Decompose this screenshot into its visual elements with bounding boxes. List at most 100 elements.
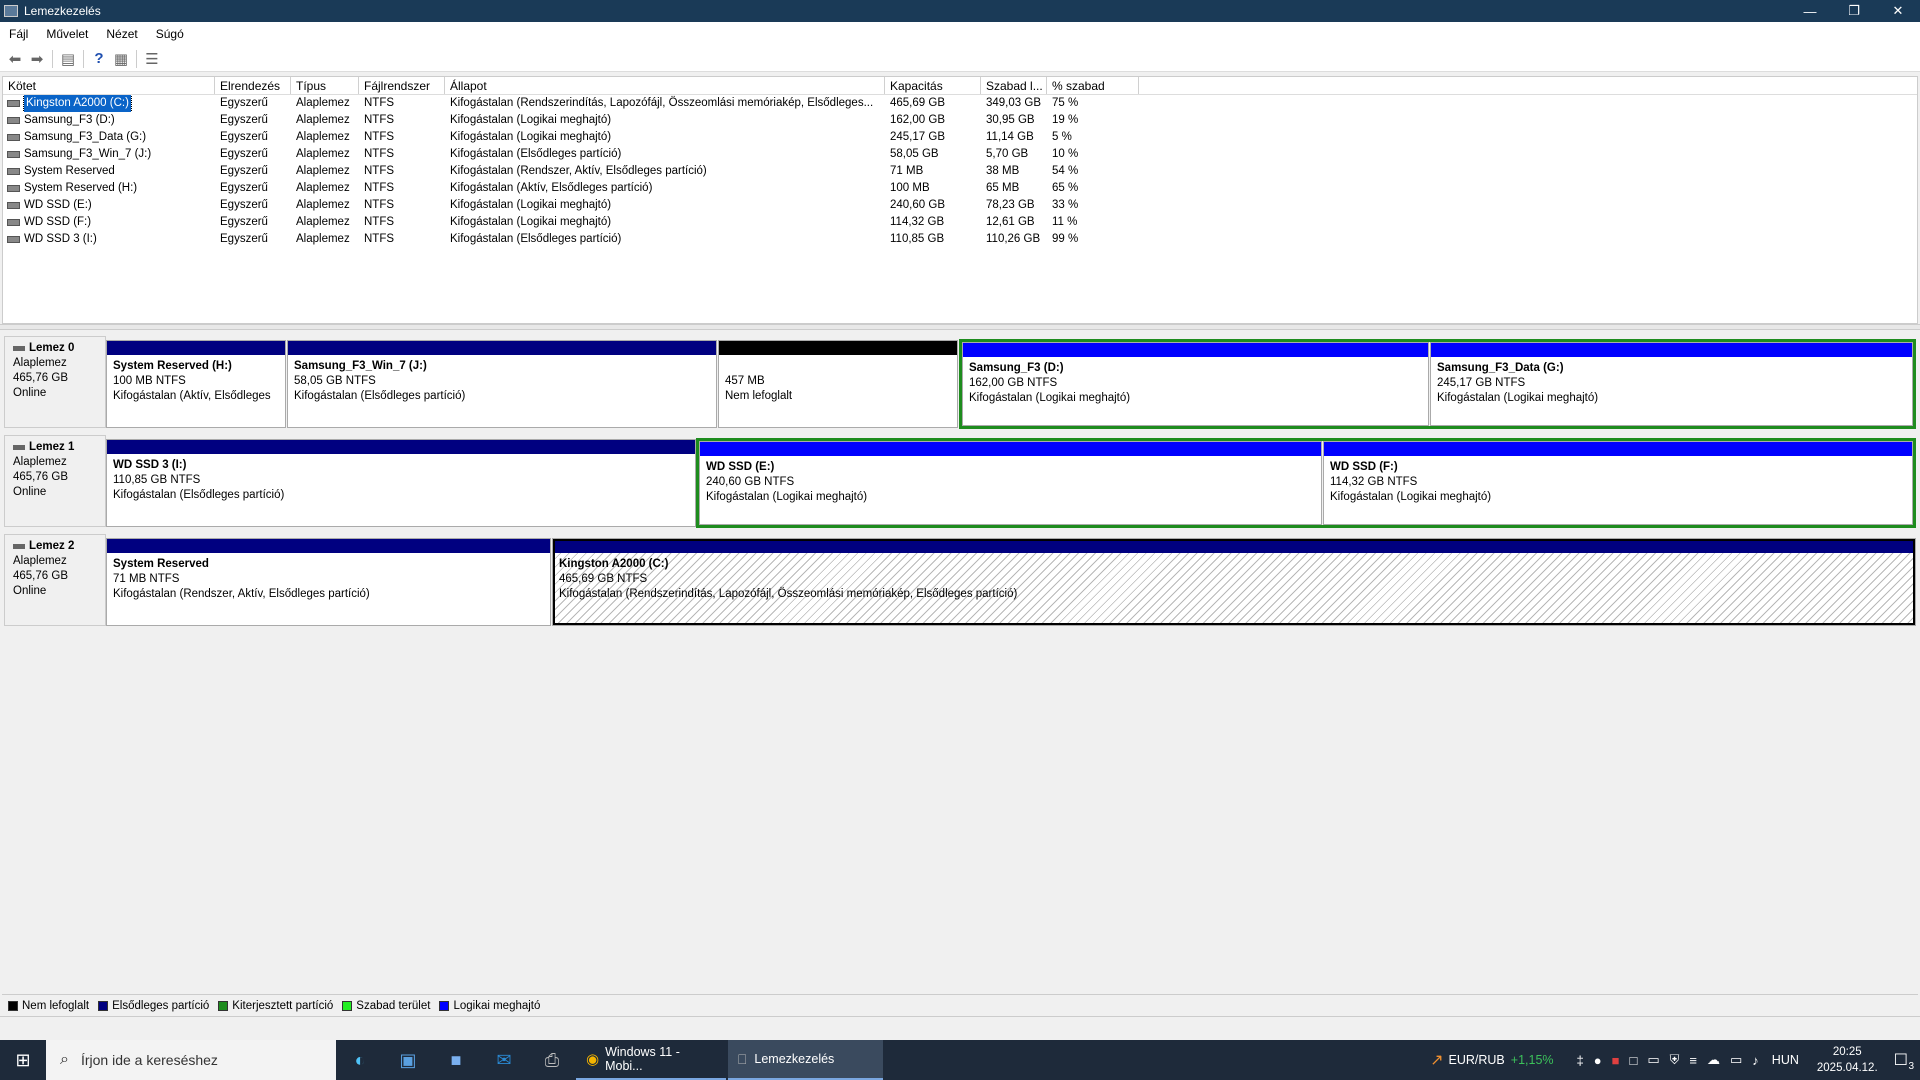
menu-action[interactable]: Művelet xyxy=(37,27,97,41)
partition-wd-ssd3-i[interactable]: WD SSD 3 (I:) 110,85 GB NTFS Kifogástala… xyxy=(106,439,696,527)
bluetooth-icon[interactable]: ‡ xyxy=(1577,1053,1584,1068)
app-tray-icon[interactable]: ● xyxy=(1594,1053,1602,1068)
forward-arrow-icon[interactable]: ➡ xyxy=(26,48,48,70)
partition-status: Kifogástalan (Elsődleges partíció) xyxy=(113,489,285,501)
ticker-value[interactable]: +1,15% xyxy=(1511,1053,1554,1067)
table-row[interactable]: System Reserved Egyszerű Alaplemez NTFS Kifo… xyxy=(3,163,1917,180)
table-row[interactable]: Kingston A2000 (C:) Egyszerű Alaplemez NTFS… xyxy=(3,95,1917,112)
partition-size: 465,69 GB NTFS xyxy=(559,573,648,585)
store-icon[interactable]: ▣ xyxy=(384,1040,432,1080)
console-tree-icon[interactable]: ▤ xyxy=(57,48,79,70)
clock-date: 2025.04.12. xyxy=(1816,1062,1878,1074)
table-cell: NTFS xyxy=(364,131,395,143)
partition-system-reserved[interactable]: System Reserved 71 MB NTFS Kifogástalan … xyxy=(106,538,551,626)
table-cell: 75 % xyxy=(1052,97,1079,109)
partition-samsung-f3-d[interactable]: Samsung_F3 (D:) 162,00 GB NTFS Kifogásta… xyxy=(962,342,1429,426)
table-cell: Alaplemez xyxy=(296,97,350,109)
network-icon[interactable]: ≡ xyxy=(1689,1053,1697,1068)
table-row[interactable]: System Reserved (H:) Egyszerű Alaplemez NTF… xyxy=(3,180,1917,197)
edge-icon[interactable]: ◐ xyxy=(336,1040,384,1080)
volume-name-cell: Samsung_F3_Win_7 (J:) xyxy=(3,146,215,163)
display-icon[interactable]: ▭ xyxy=(1647,1052,1659,1068)
disk-1-label[interactable]: Lemez 1 Alaplemez 465,76 GB Online xyxy=(4,435,106,527)
partition-color-bar xyxy=(1324,442,1912,456)
save-disk-icon[interactable]: ■ xyxy=(432,1040,480,1080)
table-row[interactable]: WD SSD 3 (I:) Egyszerű Alaplemez NTFS Kifogá… xyxy=(3,231,1917,248)
table-cell: 99 % xyxy=(1052,233,1079,245)
shield-icon[interactable]: ⛨ xyxy=(1670,1052,1680,1068)
partition-samsung-f3-data-g[interactable]: Samsung_F3_Data (G:) 245,17 GB NTFS Kifo… xyxy=(1430,342,1913,426)
menu-file[interactable]: Fájl xyxy=(0,27,37,41)
table-cell: 100 MB xyxy=(890,182,930,194)
taskbar-search[interactable]: ⌕ Írjon ide a kereséshez xyxy=(46,1040,336,1080)
back-arrow-icon[interactable]: ⬅ xyxy=(4,48,26,70)
minimize-button[interactable]: — xyxy=(1788,0,1832,22)
col-layout[interactable]: Elrendezés xyxy=(215,77,291,94)
legend-swatch xyxy=(218,1000,229,1011)
col-type[interactable]: Típus xyxy=(291,77,359,94)
partition-title: WD SSD 3 (I:) xyxy=(113,459,187,471)
device-icon[interactable]: □ xyxy=(1629,1053,1637,1068)
language-indicator[interactable]: HUN xyxy=(1772,1053,1799,1067)
partition-kingston-a2000-c[interactable]: Kingston A2000 (C:) 465,69 GB NTFS Kifog… xyxy=(552,538,1916,626)
legend: Nem lefoglalt Elsődleges partíció Kiterj… xyxy=(2,994,1918,1016)
menu-bar: Fájl Művelet Nézet Súgó xyxy=(0,22,1920,46)
monitor-icon[interactable]: ▭ xyxy=(1730,1052,1742,1068)
disk-0: Lemez 0 Alaplemez 465,76 GB Online Syste… xyxy=(2,334,1918,430)
legend-label: Elsődleges partíció xyxy=(112,999,210,1012)
table-cell: 5,70 GB xyxy=(986,148,1029,160)
col-status[interactable]: Állapot xyxy=(445,77,885,94)
volume-icon[interactable]: ♪ xyxy=(1752,1053,1759,1068)
taskbar-disk-management-window[interactable]: ⎕ Lemezkezelés xyxy=(728,1040,883,1080)
table-cell: Egyszerű xyxy=(220,97,268,109)
disk-status: Online xyxy=(13,387,47,399)
pane-splitter[interactable] xyxy=(0,324,1920,330)
menu-help[interactable]: Súgó xyxy=(147,27,193,41)
drive-icon xyxy=(7,134,20,141)
table-cell: Kifogástalan (Logikai meghajtó) xyxy=(450,114,612,126)
partition-system-reserved-h[interactable]: System Reserved (H:) 100 MB NTFS Kifogás… xyxy=(106,340,286,428)
partition-unallocated[interactable]: 457 MB Nem lefoglalt xyxy=(718,340,958,428)
volume-name-cell: WD SSD (E:) xyxy=(3,197,215,214)
drive-icon xyxy=(7,236,20,243)
volume-name-cell: Samsung_F3 (D:) xyxy=(3,112,215,129)
ticker-label[interactable]: EUR/RUB xyxy=(1449,1053,1505,1067)
col-free-space[interactable]: Szabad l... xyxy=(981,77,1047,94)
restore-button[interactable]: ❐ xyxy=(1832,0,1876,22)
search-placeholder: Írjon ide a kereséshez xyxy=(80,1052,218,1068)
table-row[interactable]: WD SSD (F:) Egyszerű Alaplemez NTFS Kifogást… xyxy=(3,214,1917,231)
antivirus-icon[interactable]: ■ xyxy=(1612,1053,1620,1068)
table-cell: 10 % xyxy=(1052,148,1079,160)
list-view-icon[interactable]: ☰ xyxy=(141,48,163,70)
windows-start-icon[interactable]: ⊞ xyxy=(0,1040,46,1080)
table-cell: 54 % xyxy=(1052,165,1079,177)
properties-icon[interactable]: ▦ xyxy=(110,48,132,70)
taskbar-chrome-window[interactable]: ◉ Windows 11 - Mobi... xyxy=(576,1040,726,1080)
notification-icon[interactable]: ☐ 3 xyxy=(1894,1050,1914,1072)
partition-title: Samsung_F3 (D:) xyxy=(969,362,1064,374)
partition-samsung-f3-win7-j[interactable]: Samsung_F3_Win_7 (J:) 58,05 GB NTFS Kifo… xyxy=(287,340,717,428)
table-row[interactable]: Samsung_F3_Data (G:) Egyszerű Alaplemez NTF… xyxy=(3,129,1917,146)
partition-title: WD SSD (E:) xyxy=(706,461,775,473)
clock[interactable]: 20:25 2025.04.12. xyxy=(1817,1044,1878,1076)
col-percent-free[interactable]: % szabad xyxy=(1047,77,1139,94)
disk-2-label[interactable]: Lemez 2 Alaplemez 465,76 GB Online xyxy=(4,534,106,626)
partition-info: System Reserved 71 MB NTFS Kifogástalan … xyxy=(107,553,550,602)
col-volume[interactable]: Kötet xyxy=(3,77,215,94)
help-icon[interactable]: ? xyxy=(88,48,110,70)
table-row[interactable]: Samsung_F3 (D:) Egyszerű Alaplemez NTFS Kifo… xyxy=(3,112,1917,129)
outlook-icon[interactable]: ✉ xyxy=(480,1040,528,1080)
disk-0-label[interactable]: Lemez 0 Alaplemez 465,76 GB Online xyxy=(4,336,106,428)
menu-view[interactable]: Nézet xyxy=(97,27,146,41)
close-button[interactable]: ✕ xyxy=(1876,0,1920,22)
currency-chart-icon[interactable]: ↗ xyxy=(1430,1050,1443,1070)
col-capacity[interactable]: Kapacitás xyxy=(885,77,981,94)
onedrive-icon[interactable]: ☁ xyxy=(1707,1052,1720,1068)
table-row[interactable]: WD SSD (E:) Egyszerű Alaplemez NTFS Kifogást… xyxy=(3,197,1917,214)
table-row[interactable]: Samsung_F3_Win_7 (J:) Egyszerű Alaplemez NT… xyxy=(3,146,1917,163)
scanner-icon[interactable]: ⎙ xyxy=(528,1040,576,1080)
table-cell: Alaplemez xyxy=(296,233,350,245)
partition-wd-ssd-e[interactable]: WD SSD (E:) 240,60 GB NTFS Kifogástalan … xyxy=(699,441,1322,525)
col-filesystem[interactable]: Fájlrendszer xyxy=(359,77,445,94)
partition-wd-ssd-f[interactable]: WD SSD (F:) 114,32 GB NTFS Kifogástalan … xyxy=(1323,441,1913,525)
